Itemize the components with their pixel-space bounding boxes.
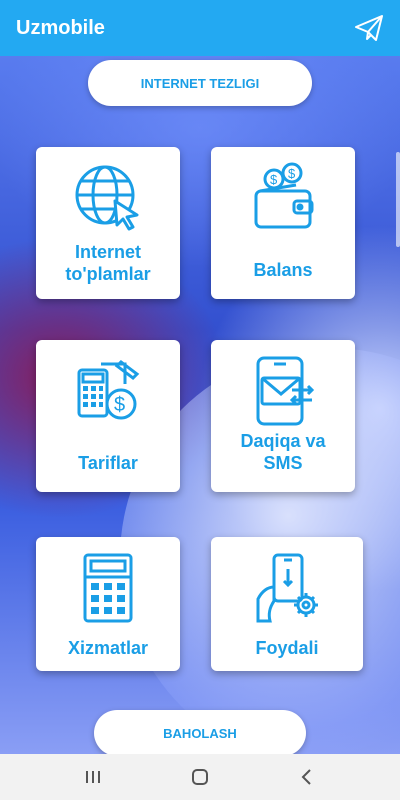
recents-icon[interactable] (73, 762, 113, 792)
home-icon[interactable] (180, 762, 220, 792)
svg-text:$: $ (270, 172, 278, 187)
menu-card-balance[interactable]: $ $ Balans (211, 147, 355, 299)
wallet-coins-icon: $ $ (246, 161, 320, 235)
svg-text:$: $ (114, 394, 125, 416)
menu-card-label: Daqiqa va SMS (240, 431, 326, 473)
menu-card-label: Internet to'plamlar (65, 242, 151, 284)
menu-card-label: Tariflar (78, 453, 138, 473)
svg-text:$: $ (288, 166, 296, 181)
app-bar: Uzmobile (0, 0, 400, 56)
menu-card-tariffs[interactable]: $ Tariflar (36, 340, 180, 492)
menu-card-label: Foydali (255, 638, 319, 658)
menu-card-label: Xizmatlar (67, 638, 149, 658)
keypad-terminal-icon (71, 551, 145, 625)
back-icon[interactable] (287, 762, 327, 792)
phone-envelope-icon (246, 354, 320, 428)
scrollbar (396, 152, 400, 247)
system-nav-bar (0, 754, 400, 800)
hand-phone-gear-icon (250, 551, 324, 625)
menu-card-minutes-sms[interactable]: Daqiqa va SMS (211, 340, 355, 492)
calculator-coin-icon: $ (71, 354, 145, 428)
rate-app-button[interactable]: BAHOLASH (94, 710, 306, 756)
telegram-send-icon[interactable] (354, 13, 384, 43)
internet-speed-button[interactable]: INTERNET TEZLIGI (88, 60, 312, 106)
menu-card-useful[interactable]: Foydali (211, 537, 363, 671)
app-title: Uzmobile (16, 16, 105, 39)
menu-card-services[interactable]: Xizmatlar (36, 537, 180, 671)
menu-card-label: Balans (253, 260, 313, 280)
globe-cursor-icon (71, 161, 145, 235)
menu-card-internet-packages[interactable]: Internet to'plamlar (36, 147, 180, 299)
